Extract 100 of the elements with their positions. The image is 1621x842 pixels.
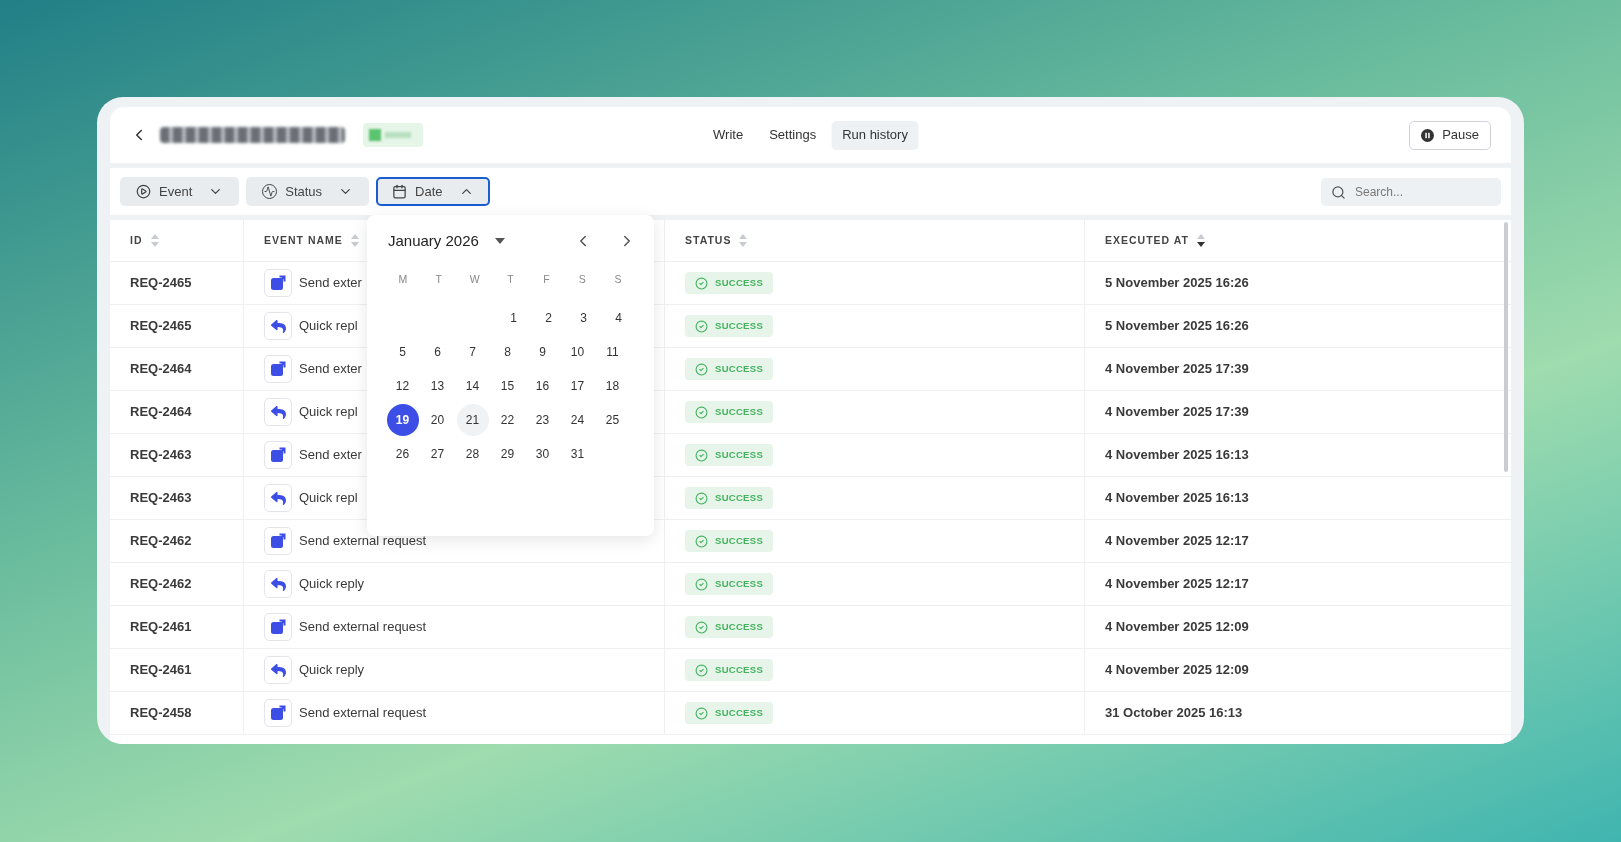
sort-icon[interactable] <box>1196 234 1205 247</box>
calendar-day[interactable]: 14 <box>456 369 489 402</box>
calendar-day[interactable]: 24 <box>561 403 594 436</box>
check-circle-icon <box>695 663 708 677</box>
filter-dropdown[interactable]: Event <box>120 177 240 206</box>
external-link-icon <box>264 527 292 555</box>
reply-icon <box>264 398 292 426</box>
check-circle-icon <box>695 706 708 720</box>
check-circle-icon <box>695 362 708 376</box>
tab[interactable]: Run history <box>831 120 919 150</box>
scrollbar[interactable] <box>1504 222 1508 472</box>
calendar-day[interactable]: 23 <box>526 403 559 436</box>
external-link-icon <box>264 699 292 727</box>
check-circle-icon <box>695 276 708 290</box>
column-header: STATUS <box>685 232 732 248</box>
table-cell-text: 5 November 2025 16:26 <box>1105 274 1249 293</box>
weekday-label: S <box>613 272 623 288</box>
blurred-badge <box>363 123 423 147</box>
table-cell-text: 31 October 2025 16:13 <box>1105 704 1243 723</box>
calendar-day[interactable]: 29 <box>491 437 524 470</box>
table-cell-text: 5 November 2025 16:26 <box>1105 317 1249 336</box>
calendar-day[interactable]: 9 <box>526 335 559 368</box>
status-badge: SUCCESS <box>685 530 774 552</box>
reply-icon <box>264 312 292 340</box>
calendar-day[interactable]: 31 <box>561 437 594 470</box>
check-circle-icon <box>695 620 708 634</box>
tab[interactable]: Settings <box>758 120 828 150</box>
calendar-day[interactable]: 22 <box>491 403 524 436</box>
table-cell-text: Send exter <box>299 274 362 293</box>
calendar-day[interactable]: 27 <box>421 437 454 470</box>
table-cell-text: 4 November 2025 12:17 <box>1105 575 1249 594</box>
month-label: January 2026 <box>388 230 479 251</box>
calendar-day[interactable]: 11 <box>596 335 629 368</box>
calendar-day[interactable]: 2 <box>532 301 565 334</box>
table-cell-text: Send external request <box>299 704 427 723</box>
table-cell-text: Quick repl <box>299 489 358 508</box>
external-link-icon <box>264 441 292 469</box>
calendar-icon <box>392 184 408 199</box>
table-cell-text: 4 November 2025 16:13 <box>1105 489 1249 508</box>
calendar-day[interactable]: 30 <box>526 437 559 470</box>
status-badge: SUCCESS <box>685 315 774 337</box>
table-cell-text: 4 November 2025 16:13 <box>1105 446 1249 465</box>
table-cell-text: 4 November 2025 17:39 <box>1105 403 1249 422</box>
weekday-label: T <box>506 272 515 288</box>
status-badge: SUCCESS <box>685 487 774 509</box>
calendar-day[interactable]: 7 <box>456 335 489 368</box>
column-header: ID <box>130 232 143 248</box>
calendar-day[interactable]: 3 <box>567 301 600 334</box>
reply-icon <box>264 484 292 512</box>
table-cell-text: Send exter <box>299 446 362 465</box>
check-circle-icon <box>695 491 708 505</box>
table-cell-text: Quick reply <box>299 575 365 594</box>
table-cell-text: Quick repl <box>299 403 358 422</box>
calendar-day[interactable]: 5 <box>386 335 419 368</box>
caret-down-icon[interactable] <box>494 238 505 244</box>
calendar-day[interactable]: 15 <box>491 369 524 402</box>
table-cell-text: 4 November 2025 12:17 <box>1105 532 1249 551</box>
pause-icon <box>1421 128 1435 142</box>
table-cell-text: REQ-2464 <box>130 360 192 379</box>
check-circle-icon <box>695 448 708 462</box>
filter-dropdown[interactable]: Date <box>376 177 490 206</box>
table-cell-text: REQ-2458 <box>130 704 192 723</box>
calendar-day[interactable]: 26 <box>386 437 419 470</box>
calendar-day[interactable]: 4 <box>602 301 635 334</box>
table-cell-text: REQ-2461 <box>130 661 192 680</box>
external-link-icon <box>264 269 292 297</box>
calendar-day[interactable]: 16 <box>526 369 559 402</box>
status-badge: SUCCESS <box>685 358 774 380</box>
search-field[interactable]: Search... <box>1321 177 1501 206</box>
calendar-day[interactable]: 17 <box>561 369 594 402</box>
status-badge: SUCCESS <box>685 573 774 595</box>
status-badge: SUCCESS <box>685 616 774 638</box>
filter-dropdown[interactable]: Status <box>246 177 370 206</box>
weekday-label: W <box>468 272 481 288</box>
status-badge: SUCCESS <box>685 444 774 466</box>
status-badge: SUCCESS <box>685 659 774 681</box>
calendar-day[interactable]: 18 <box>596 369 629 402</box>
table-cell-text: Quick repl <box>299 317 358 336</box>
table-cell-text: 4 November 2025 17:39 <box>1105 360 1249 379</box>
column-header: EXECUTED AT <box>1105 232 1189 248</box>
calendar-day[interactable]: 12 <box>386 369 419 402</box>
calendar-day[interactable]: 13 <box>421 369 454 402</box>
calendar-day[interactable]: 8 <box>491 335 524 368</box>
table-cell-text: 4 November 2025 12:09 <box>1105 618 1249 637</box>
calendar-day[interactable]: 1 <box>497 301 530 334</box>
calendar-day[interactable]: 28 <box>456 437 489 470</box>
status-badge: SUCCESS <box>685 272 774 294</box>
check-circle-icon <box>695 534 708 548</box>
calendar-day[interactable]: 10 <box>561 335 594 368</box>
table-cell-text: REQ-2462 <box>130 575 192 594</box>
weekday-label: F <box>542 272 551 288</box>
calendar-day[interactable]: 6 <box>421 335 454 368</box>
calendar-day[interactable]: 20 <box>421 403 454 436</box>
pause-button[interactable]: Pause <box>1409 120 1491 150</box>
weekday-label: M <box>397 272 409 288</box>
calendar-day[interactable]: 25 <box>596 403 629 436</box>
calendar-day[interactable]: 21 <box>456 403 489 436</box>
table-cell-text: 4 November 2025 12:09 <box>1105 661 1249 680</box>
tab[interactable]: Write <box>702 120 755 150</box>
calendar-day[interactable]: 19 <box>386 403 419 436</box>
